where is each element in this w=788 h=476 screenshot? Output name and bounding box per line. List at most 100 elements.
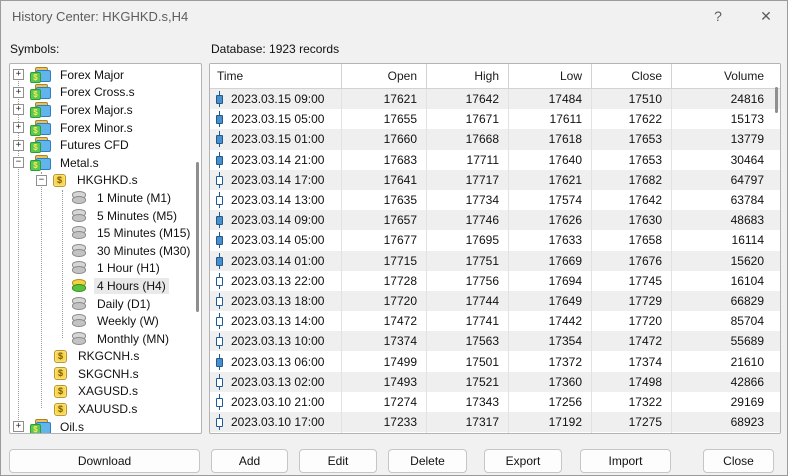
tree-item-hkghkd-s[interactable]: −$HKGHKD.s xyxy=(10,172,201,190)
expand-icon[interactable]: + xyxy=(13,104,24,115)
close-value xyxy=(592,432,672,433)
table-row[interactable]: 2023.03.15 05:00176551767117611176221517… xyxy=(210,109,780,129)
tree-item-label: 15 Minutes (M15) xyxy=(94,225,193,241)
candle-icon xyxy=(215,293,224,309)
low-value: 17640 xyxy=(509,150,592,170)
bar-time: 2023.03.10 21:00 xyxy=(231,395,324,409)
table-row[interactable]: 2023.03.13 06:00174991750117372173742161… xyxy=(210,351,780,371)
tree-item-xagusd-s[interactable]: $XAGUSD.s xyxy=(10,383,201,401)
table-row-partial[interactable] xyxy=(210,432,780,433)
tree-item-rkgcnh-s[interactable]: $RKGCNH.s xyxy=(10,348,201,366)
tree-scrollbar[interactable] xyxy=(196,162,199,312)
table-row[interactable]: 2023.03.13 18:00177201774417649177296682… xyxy=(210,291,780,311)
download-button[interactable]: Download xyxy=(9,449,200,473)
column-header-high[interactable]: High xyxy=(427,64,509,88)
tree-item-5-minutes-m5[interactable]: 5 Minutes (M5) xyxy=(10,207,201,225)
database-records-label: Database: 1923 records xyxy=(211,42,339,56)
low-value xyxy=(509,432,592,433)
table-row[interactable]: 2023.03.10 17:00172331731717192172756892… xyxy=(210,412,780,432)
database-icon-selected xyxy=(72,279,87,293)
expand-icon[interactable]: + xyxy=(13,87,24,98)
volume-value: 29169 xyxy=(672,392,780,412)
close-button[interactable]: Close xyxy=(703,449,774,473)
open-value: 17641 xyxy=(342,170,427,190)
high-value: 17746 xyxy=(427,210,509,230)
candle-icon xyxy=(215,91,224,107)
collapse-icon[interactable]: − xyxy=(13,157,24,168)
table-row[interactable]: 2023.03.14 13:00176351773417574176426378… xyxy=(210,190,780,210)
column-header-low[interactable]: Low xyxy=(509,64,592,88)
edit-button[interactable]: Edit xyxy=(299,449,377,473)
column-header-volume[interactable]: Volume xyxy=(672,64,780,88)
tree-item-label: HKGHKD.s xyxy=(74,172,141,188)
tree-item-daily-d1[interactable]: Daily (D1) xyxy=(10,295,201,313)
volume-value: 30464 xyxy=(672,150,780,170)
tree-item-30-minutes-m30[interactable]: 30 Minutes (M30) xyxy=(10,242,201,260)
tree-item-label: Forex Major xyxy=(57,67,127,83)
volume-value: 66829 xyxy=(672,291,780,311)
table-row[interactable]: 2023.03.13 10:00173741756317354174725568… xyxy=(210,331,780,351)
tree-item-label: Oil.s xyxy=(57,419,87,433)
candle-icon xyxy=(215,333,224,349)
tree-item-15-minutes-m15[interactable]: 15 Minutes (M15) xyxy=(10,224,201,242)
tree-item-forex-major-s[interactable]: +$Forex Major.s xyxy=(10,101,201,119)
table-row[interactable]: 2023.03.15 01:00176601766817618176531377… xyxy=(210,129,780,149)
low-value: 17256 xyxy=(509,392,592,412)
tree-item-forex-cross-s[interactable]: +$Forex Cross.s xyxy=(10,84,201,102)
high-value: 17711 xyxy=(427,150,509,170)
collapse-icon[interactable]: − xyxy=(36,175,47,186)
volume-value: 64797 xyxy=(672,170,780,190)
add-button[interactable]: Add xyxy=(211,449,288,473)
open-value: 17621 xyxy=(342,89,427,109)
high-value: 17671 xyxy=(427,109,509,129)
tree-item-oil-s[interactable]: +$Oil.s xyxy=(10,418,201,433)
help-icon[interactable]: ? xyxy=(705,5,731,27)
import-button[interactable]: Import xyxy=(580,449,671,473)
tree-item-1-hour-h1[interactable]: 1 Hour (H1) xyxy=(10,260,201,278)
table-row[interactable]: 2023.03.14 05:00176771769517633176581611… xyxy=(210,230,780,250)
high-value: 17501 xyxy=(427,351,509,371)
table-row[interactable]: 2023.03.13 14:00174721774117442177208570… xyxy=(210,311,780,331)
table-row[interactable]: 2023.03.13 22:00177281775617694177451610… xyxy=(210,271,780,291)
table-row[interactable]: 2023.03.14 21:00176831771117640176533046… xyxy=(210,150,780,170)
table-row[interactable]: 2023.03.13 02:00174931752117360174984286… xyxy=(210,372,780,392)
expand-icon[interactable]: + xyxy=(13,122,24,133)
close-value: 17676 xyxy=(592,251,672,271)
table-row[interactable]: 2023.03.10 21:00172741734317256173222916… xyxy=(210,392,780,412)
tree-item-4-hours-h4[interactable]: 4 Hours (H4) xyxy=(10,277,201,295)
delete-button[interactable]: Delete xyxy=(388,449,467,473)
column-header-open[interactable]: Open xyxy=(342,64,427,88)
tree-item-label: RKGCNH.s xyxy=(75,348,142,364)
tree-item-label: 4 Hours (H4) xyxy=(94,278,169,294)
expand-icon[interactable]: + xyxy=(13,69,24,80)
tree-item-weekly-w[interactable]: Weekly (W) xyxy=(10,312,201,330)
expand-icon[interactable]: + xyxy=(13,421,24,432)
table-row[interactable]: 2023.03.15 09:00176211764217484175102481… xyxy=(210,89,780,109)
table-row[interactable]: 2023.03.14 17:00176411771717621176826479… xyxy=(210,170,780,190)
tree-item-forex-major[interactable]: +$Forex Major xyxy=(10,66,201,84)
bar-time: 2023.03.14 01:00 xyxy=(231,254,324,268)
tree-item-futures-cfd[interactable]: +$Futures CFD xyxy=(10,136,201,154)
tree-item-label: XAGUSD.s xyxy=(75,383,141,399)
table-row[interactable]: 2023.03.14 09:00176571774617626176304868… xyxy=(210,210,780,230)
table-row[interactable]: 2023.03.14 01:00177151775117669176761562… xyxy=(210,251,780,271)
tree-item-1-minute-m1[interactable]: 1 Minute (M1) xyxy=(10,189,201,207)
database-icon xyxy=(72,226,87,240)
expand-icon[interactable]: + xyxy=(13,140,24,151)
high-value: 17741 xyxy=(427,311,509,331)
table-scrollbar[interactable] xyxy=(775,87,778,113)
tree-item-skgcnh-s[interactable]: $SKGCNH.s xyxy=(10,365,201,383)
tree-item-forex-minor-s[interactable]: +$Forex Minor.s xyxy=(10,119,201,137)
open-value: 17374 xyxy=(342,331,427,351)
export-button[interactable]: Export xyxy=(484,449,562,473)
folder-dollar-icon: $ xyxy=(30,137,51,153)
column-header-close[interactable]: Close xyxy=(592,64,672,88)
tree-item-label: XAUUSD.s xyxy=(75,401,140,417)
volume-value: 15620 xyxy=(672,251,780,271)
tree-item-metal-s[interactable]: −$Metal.s xyxy=(10,154,201,172)
high-value: 17343 xyxy=(427,392,509,412)
close-icon[interactable]: ✕ xyxy=(753,5,779,27)
tree-item-xauusd-s[interactable]: $XAUUSD.s xyxy=(10,400,201,418)
tree-item-monthly-mn[interactable]: Monthly (MN) xyxy=(10,330,201,348)
column-header-time[interactable]: Time xyxy=(210,64,342,88)
